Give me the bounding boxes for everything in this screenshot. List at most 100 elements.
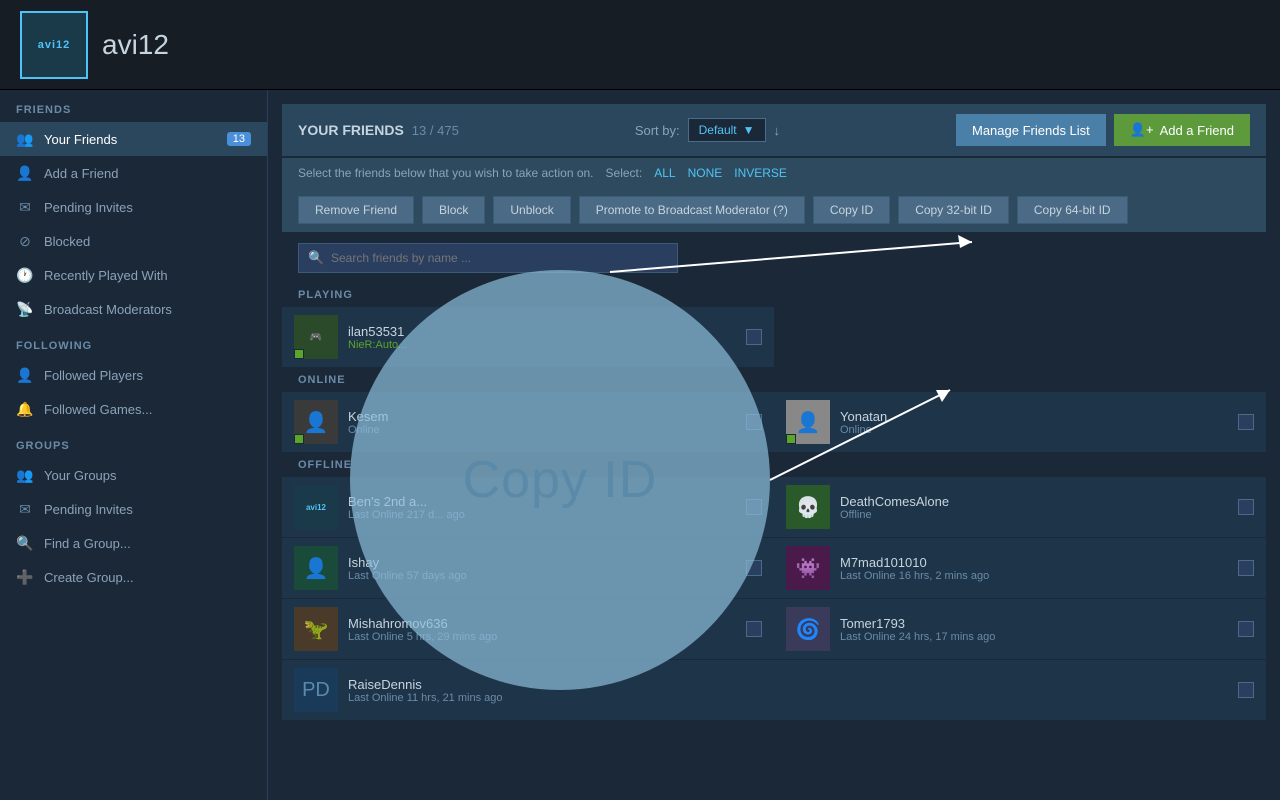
sidebar-item-your-friends[interactable]: 👥 Your Friends 13 bbox=[0, 122, 267, 156]
friend-select-checkbox[interactable] bbox=[746, 499, 762, 515]
top-bar: avi12 avi12 bbox=[0, 0, 1280, 90]
select-inverse-link[interactable]: INVERSE bbox=[734, 166, 787, 180]
avatar: 🎮 bbox=[294, 315, 338, 359]
select-all-link[interactable]: ALL bbox=[654, 166, 675, 180]
friend-item[interactable]: 🦖 Mishahromov636 Last Online 5 hrs, 29 m… bbox=[282, 599, 774, 660]
sidebar-item-your-groups[interactable]: 👥 Your Groups bbox=[0, 458, 267, 492]
avatar: 👤 bbox=[786, 400, 830, 444]
clock-icon: 🕐 bbox=[16, 266, 34, 284]
unblock-button[interactable]: Unblock bbox=[493, 196, 570, 224]
friends-badge: 13 bbox=[227, 132, 251, 146]
friend-item[interactable]: 👤 Kesem Online bbox=[282, 392, 774, 453]
friend-name: RaiseDennis bbox=[348, 677, 1228, 692]
followed-games-icon: 🔔 bbox=[16, 400, 34, 418]
friend-item[interactable]: 🎮 ilan53531 NieR:Auto... bbox=[282, 307, 774, 368]
copy-32bit-button[interactable]: Copy 32-bit ID bbox=[898, 196, 1009, 224]
select-none-link[interactable]: NONE bbox=[688, 166, 723, 180]
blocked-label: Blocked bbox=[44, 234, 90, 249]
friend-info: Yonatan Online bbox=[840, 409, 1228, 436]
sidebar-item-broadcast-mods[interactable]: 📡 Broadcast Moderators bbox=[0, 292, 267, 326]
search-bar: 🔍 bbox=[282, 233, 1266, 283]
friend-item[interactable]: 🌀 Tomer1793 Last Online 24 hrs, 17 mins … bbox=[774, 599, 1266, 660]
avatar: 🌀 bbox=[786, 607, 830, 651]
friend-select-checkbox[interactable] bbox=[1238, 682, 1254, 698]
friend-select-checkbox[interactable] bbox=[746, 414, 762, 430]
pending-groups-icon: ✉ bbox=[16, 500, 34, 518]
avatar: avi12 bbox=[294, 485, 338, 529]
search-icon: 🔍 bbox=[308, 250, 324, 266]
sidebar-item-create-group[interactable]: ➕ Create Group... bbox=[0, 560, 267, 594]
friend-name: Ben's 2nd a... bbox=[348, 494, 736, 509]
friend-item[interactable]: 👤 Ishay Last Online 57 days ago bbox=[282, 538, 774, 599]
friend-status: Last Online 217 d... ago bbox=[348, 509, 736, 521]
friends-header: YOUR FRIENDS 13 / 475 Sort by: Default ▼… bbox=[282, 104, 1266, 156]
friend-info: Mishahromov636 Last Online 5 hrs, 29 min… bbox=[348, 616, 736, 643]
add-friend-btn-icon: 👤+ bbox=[1130, 122, 1154, 138]
friend-item[interactable]: avi12 Ben's 2nd a... Last Online 217 d..… bbox=[282, 477, 774, 538]
remove-friend-button[interactable]: Remove Friend bbox=[298, 196, 414, 224]
friend-info: Kesem Online bbox=[348, 409, 736, 436]
avatar: 👤 bbox=[294, 400, 338, 444]
friends-title: YOUR FRIENDS bbox=[298, 122, 404, 138]
create-group-icon: ➕ bbox=[16, 568, 34, 586]
sort-area: Sort by: Default ▼ ↓ bbox=[635, 118, 780, 142]
friends-icon: 👥 bbox=[16, 130, 34, 148]
sidebar-item-blocked[interactable]: ⊘ Blocked bbox=[0, 224, 267, 258]
add-friend-button[interactable]: 👤+ Add a Friend bbox=[1114, 114, 1250, 146]
sidebar-item-pending-invites[interactable]: ✉ Pending Invites bbox=[0, 190, 267, 224]
sidebar-item-recently-played[interactable]: 🕐 Recently Played With bbox=[0, 258, 267, 292]
friends-section-title: FRIENDS bbox=[0, 90, 267, 122]
followed-players-icon: 👤 bbox=[16, 366, 34, 384]
copy-id-button[interactable]: Copy ID bbox=[813, 196, 890, 224]
friend-select-checkbox[interactable] bbox=[746, 621, 762, 637]
avatar: PD bbox=[294, 668, 338, 712]
groups-icon: 👥 bbox=[16, 466, 34, 484]
friend-select-checkbox[interactable] bbox=[746, 329, 762, 345]
friend-item[interactable]: 👤 Yonatan Online bbox=[774, 392, 1266, 453]
action-buttons-bar: Remove Friend Block Unblock Promote to B… bbox=[282, 188, 1266, 233]
block-button[interactable]: Block bbox=[422, 196, 485, 224]
friend-info: ilan53531 NieR:Auto... bbox=[348, 324, 736, 351]
sidebar-item-pending-invites-groups[interactable]: ✉ Pending Invites bbox=[0, 492, 267, 526]
promote-button[interactable]: Promote to Broadcast Moderator (?) bbox=[579, 196, 805, 224]
friend-name: Kesem bbox=[348, 409, 736, 424]
friend-name: Tomer1793 bbox=[840, 616, 1228, 631]
user-avatar: avi12 bbox=[20, 11, 88, 79]
avatar: 👾 bbox=[786, 546, 830, 590]
copy-64bit-button[interactable]: Copy 64-bit ID bbox=[1017, 196, 1128, 224]
sidebar-item-find-group[interactable]: 🔍 Find a Group... bbox=[0, 526, 267, 560]
friend-select-checkbox[interactable] bbox=[1238, 499, 1254, 515]
manage-friends-list-button[interactable]: Manage Friends List bbox=[956, 114, 1106, 146]
sort-dropdown[interactable]: Default ▼ bbox=[688, 118, 766, 142]
search-input[interactable] bbox=[298, 243, 678, 273]
find-group-icon: 🔍 bbox=[16, 534, 34, 552]
friend-name: M7mad101010 bbox=[840, 555, 1228, 570]
friend-info: Ben's 2nd a... Last Online 217 d... ago bbox=[348, 494, 736, 521]
friend-name: Yonatan bbox=[840, 409, 1228, 424]
friend-status: Last Online 57 days ago bbox=[348, 570, 736, 582]
friend-select-checkbox[interactable] bbox=[1238, 621, 1254, 637]
friend-info: M7mad101010 Last Online 16 hrs, 2 mins a… bbox=[840, 555, 1228, 582]
sidebar-item-add-friend[interactable]: 👤 Add a Friend bbox=[0, 156, 267, 190]
friend-item[interactable]: 💀 DeathComesAlone Offline bbox=[774, 477, 1266, 538]
create-group-label: Create Group... bbox=[44, 570, 134, 585]
friend-item[interactable]: 👾 M7mad101010 Last Online 16 hrs, 2 mins… bbox=[774, 538, 1266, 599]
playing-section-header: PLAYING bbox=[282, 283, 1266, 307]
sidebar-item-followed-players[interactable]: 👤 Followed Players bbox=[0, 358, 267, 392]
friend-name: ilan53531 bbox=[348, 324, 736, 339]
friend-select-checkbox[interactable] bbox=[1238, 560, 1254, 576]
bottom-row: PD RaiseDennis Last Online 11 hrs, 21 mi… bbox=[282, 660, 1266, 721]
broadcast-icon: 📡 bbox=[16, 300, 34, 318]
friend-select-checkbox[interactable] bbox=[1238, 414, 1254, 430]
pending-invites-groups-label: Pending Invites bbox=[44, 502, 133, 517]
search-wrapper: 🔍 bbox=[298, 243, 678, 273]
friend-info: RaiseDennis Last Online 11 hrs, 21 mins … bbox=[348, 677, 1228, 704]
sidebar-item-followed-games[interactable]: 🔔 Followed Games... bbox=[0, 392, 267, 426]
friend-status: Online bbox=[348, 424, 736, 436]
playing-list: 🎮 ilan53531 NieR:Auto... bbox=[282, 307, 1266, 368]
friend-item[interactable]: PD RaiseDennis Last Online 11 hrs, 21 mi… bbox=[282, 660, 1266, 721]
offline-section-header: OFFLINE bbox=[282, 453, 1266, 477]
friend-select-checkbox[interactable] bbox=[746, 560, 762, 576]
followed-players-label: Followed Players bbox=[44, 368, 143, 383]
chevron-down-icon: ▼ bbox=[743, 123, 755, 137]
